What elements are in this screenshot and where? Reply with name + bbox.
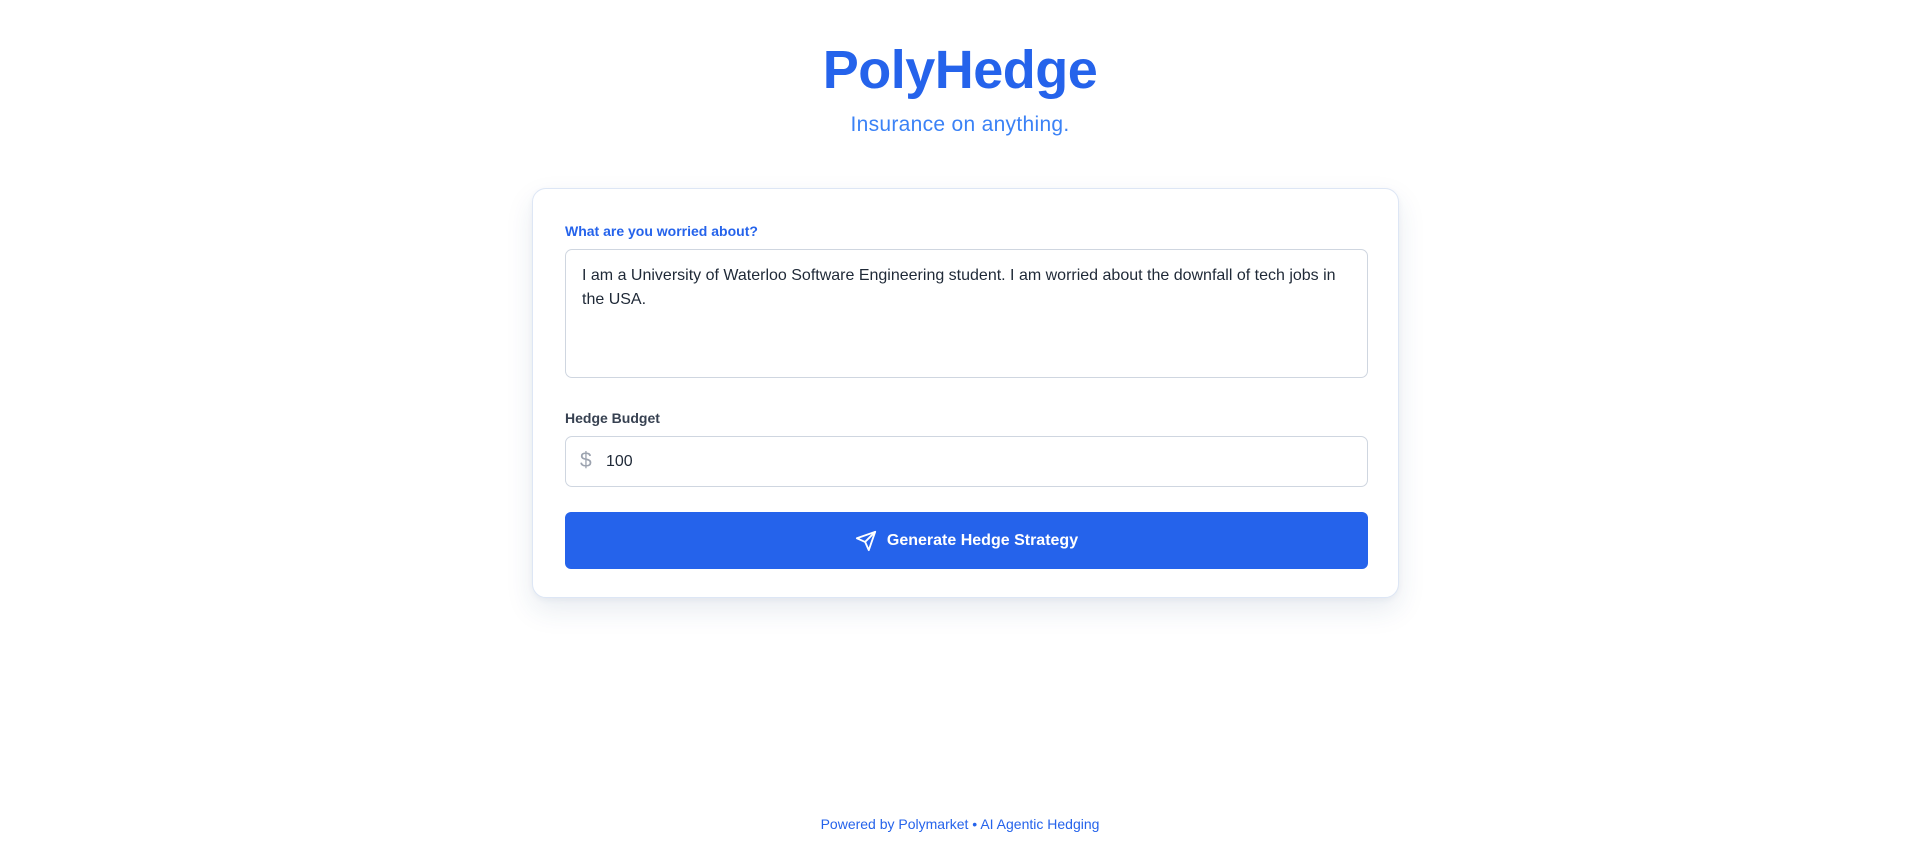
concern-label: What are you worried about? [565, 223, 758, 239]
concern-textarea[interactable]: I am a University of Waterloo Software E… [565, 249, 1368, 378]
footer: Powered by Polymarket • AI Agentic Hedgi… [0, 815, 1920, 833]
hedge-form-card: What are you worried about? I am a Unive… [532, 188, 1399, 598]
page: PolyHedge Insurance on anything. What ar… [0, 0, 1920, 856]
generate-strategy-button[interactable]: Generate Hedge Strategy [565, 512, 1368, 569]
budget-field[interactable]: $ [565, 436, 1368, 487]
generate-strategy-label: Generate Hedge Strategy [886, 531, 1079, 549]
budget-label: Hedge Budget [565, 410, 660, 426]
budget-input[interactable] [606, 437, 1356, 486]
brand-title: PolyHedge [822, 40, 1098, 100]
dollar-icon: $ [580, 449, 592, 472]
send-icon [855, 530, 877, 552]
header: PolyHedge Insurance on anything. [0, 36, 1920, 138]
tagline: Insurance on anything. [850, 113, 1070, 136]
footer-text: Powered by Polymarket • AI Agentic Hedgi… [820, 816, 1100, 832]
